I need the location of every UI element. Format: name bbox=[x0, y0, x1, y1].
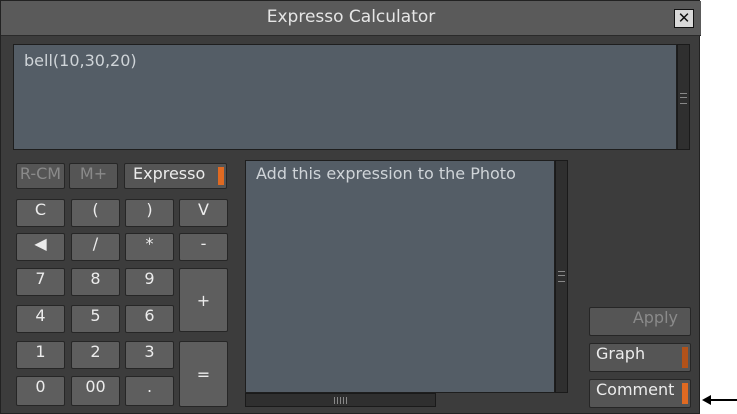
multiply-label: * bbox=[145, 234, 154, 253]
scrollbar-grip-icon bbox=[680, 93, 687, 104]
close-paren-label: ) bbox=[146, 200, 153, 219]
close-paren-button[interactable]: ) bbox=[125, 199, 174, 227]
mplus-button[interactable]: M+ bbox=[69, 163, 118, 189]
key-4-label: 4 bbox=[35, 306, 46, 325]
v-button[interactable]: V bbox=[179, 199, 228, 227]
plus-label: + bbox=[196, 291, 211, 310]
key-9[interactable]: 9 bbox=[125, 268, 174, 296]
comment-label: Comment bbox=[596, 380, 675, 399]
v-label: V bbox=[198, 200, 209, 219]
equals-label: = bbox=[196, 365, 211, 384]
expression-scrollbar[interactable] bbox=[677, 44, 690, 150]
clear-button[interactable]: C bbox=[16, 199, 65, 227]
key-2[interactable]: 2 bbox=[71, 341, 120, 369]
key-7-label: 7 bbox=[35, 269, 46, 288]
window-title: Expresso Calculator bbox=[266, 7, 436, 27]
divide-label: / bbox=[92, 234, 99, 253]
backspace-button[interactable]: ◀ bbox=[16, 233, 65, 261]
key-6-label: 6 bbox=[144, 306, 155, 325]
decimal-label: . bbox=[146, 377, 153, 396]
minus-label: - bbox=[200, 234, 207, 253]
key-8-label: 8 bbox=[90, 269, 101, 288]
key-5[interactable]: 5 bbox=[71, 305, 120, 333]
graph-label: Graph bbox=[596, 344, 646, 363]
close-icon[interactable]: ✕ bbox=[674, 9, 694, 28]
calculator-window: Expresso Calculator ✕ bell(10,30,20) R-C… bbox=[0, 0, 701, 414]
minus-button[interactable]: - bbox=[179, 233, 228, 261]
pointer-arrow-icon bbox=[702, 395, 737, 405]
rcm-button[interactable]: R-CM bbox=[16, 163, 65, 189]
apply-label: Apply bbox=[632, 308, 678, 327]
comment-vertical-scrollbar[interactable] bbox=[555, 160, 568, 393]
open-paren-button[interactable]: ( bbox=[71, 199, 120, 227]
key-3-label: 3 bbox=[144, 342, 155, 361]
key-9-label: 9 bbox=[144, 269, 155, 288]
scrollbar-grip-icon bbox=[558, 271, 565, 282]
comment-horizontal-scrollbar[interactable] bbox=[245, 393, 436, 407]
multiply-button[interactable]: * bbox=[125, 233, 174, 261]
key-6[interactable]: 6 bbox=[125, 305, 174, 333]
key-2-label: 2 bbox=[90, 342, 101, 361]
mplus-label: M+ bbox=[79, 164, 108, 183]
comment-button[interactable]: Comment bbox=[589, 379, 691, 408]
backspace-icon: ◀ bbox=[34, 234, 47, 253]
key-5-label: 5 bbox=[90, 306, 101, 325]
comment-textarea[interactable]: Add this expression to the Photo bbox=[245, 160, 555, 393]
key-8[interactable]: 8 bbox=[71, 268, 120, 296]
expression-field[interactable]: bell(10,30,20) bbox=[13, 44, 677, 150]
divide-button[interactable]: / bbox=[71, 233, 120, 261]
key-00-label: 00 bbox=[85, 377, 106, 396]
graph-button[interactable]: Graph bbox=[589, 343, 691, 372]
expresso-indicator bbox=[218, 167, 224, 185]
rcm-label: R-CM bbox=[19, 164, 62, 183]
expresso-label: Expresso bbox=[133, 164, 206, 183]
scrollbar-grip-icon bbox=[334, 397, 348, 404]
apply-button[interactable]: Apply bbox=[589, 307, 691, 336]
key-1-label: 1 bbox=[35, 342, 46, 361]
key-7[interactable]: 7 bbox=[16, 268, 65, 296]
key-00[interactable]: 00 bbox=[71, 376, 120, 406]
graph-indicator bbox=[682, 347, 688, 368]
open-paren-label: ( bbox=[92, 200, 99, 219]
key-0-label: 0 bbox=[35, 377, 46, 396]
key-1[interactable]: 1 bbox=[16, 341, 65, 369]
title-bar[interactable]: Expresso Calculator ✕ bbox=[1, 1, 701, 36]
key-3[interactable]: 3 bbox=[125, 341, 174, 369]
equals-button[interactable]: = bbox=[179, 341, 228, 407]
plus-button[interactable]: + bbox=[179, 268, 228, 332]
key-0[interactable]: 0 bbox=[16, 376, 65, 406]
comment-indicator bbox=[682, 383, 688, 404]
expresso-button[interactable]: Expresso bbox=[124, 163, 227, 189]
decimal-button[interactable]: . bbox=[125, 376, 174, 406]
key-4[interactable]: 4 bbox=[16, 305, 65, 333]
clear-label: C bbox=[34, 200, 47, 219]
